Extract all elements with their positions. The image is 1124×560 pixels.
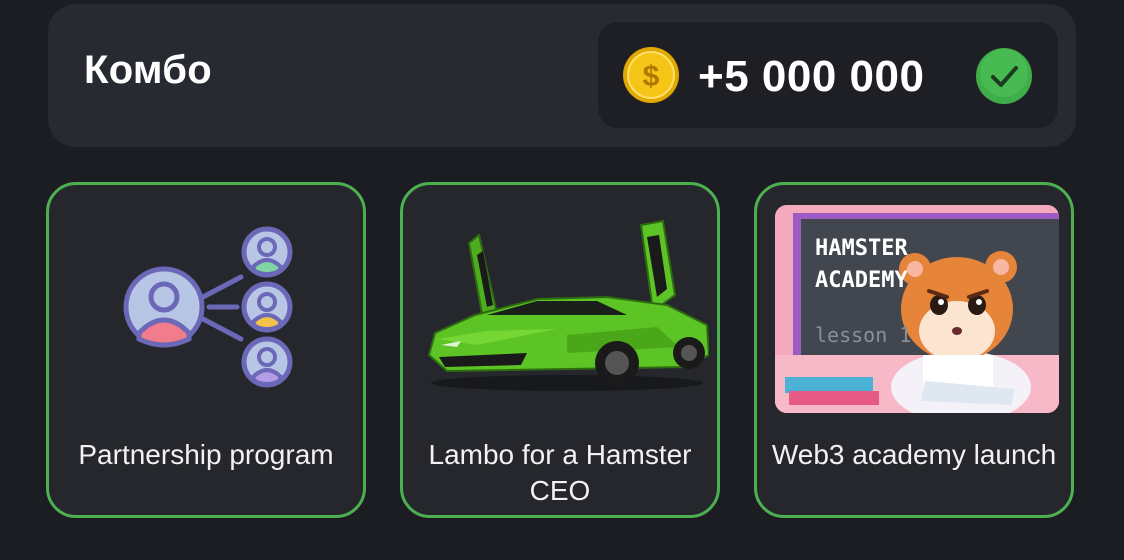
partnership-network-icon [123, 226, 293, 388]
card-label-academy: Web3 academy launch [771, 439, 1057, 470]
academy-line3: lesson 1 [815, 323, 912, 347]
reward-amount: +5 000 000 [698, 52, 925, 101]
combo-card-partnership[interactable]: Partnership program [46, 182, 366, 518]
svg-text:$: $ [643, 60, 660, 93]
academy-line2: ACADEMY [815, 268, 908, 293]
reward-pill: $ +5 000 000 [598, 22, 1058, 128]
hamster-academy-image: HAMSTER ACADEMY lesson 1 [775, 205, 1059, 413]
academy-line1: HAMSTER [815, 236, 908, 261]
combo-header: Комбо $ +5 000 000 [48, 4, 1076, 147]
card-label-lambo: Lambo for a Hamster CEO [428, 439, 692, 506]
combo-card-lambo[interactable]: Lambo for a Hamster CEO [400, 182, 720, 518]
card-label-partnership: Partnership program [78, 439, 334, 470]
combo-title: Комбо [84, 48, 213, 92]
combo-card-academy[interactable]: HAMSTER ACADEMY lesson 1 Web3 academy la… [754, 182, 1074, 518]
green-lamborghini-image [427, 219, 709, 391]
dollar-coin-icon: $ [623, 47, 679, 103]
checkmark-icon [976, 48, 1032, 104]
